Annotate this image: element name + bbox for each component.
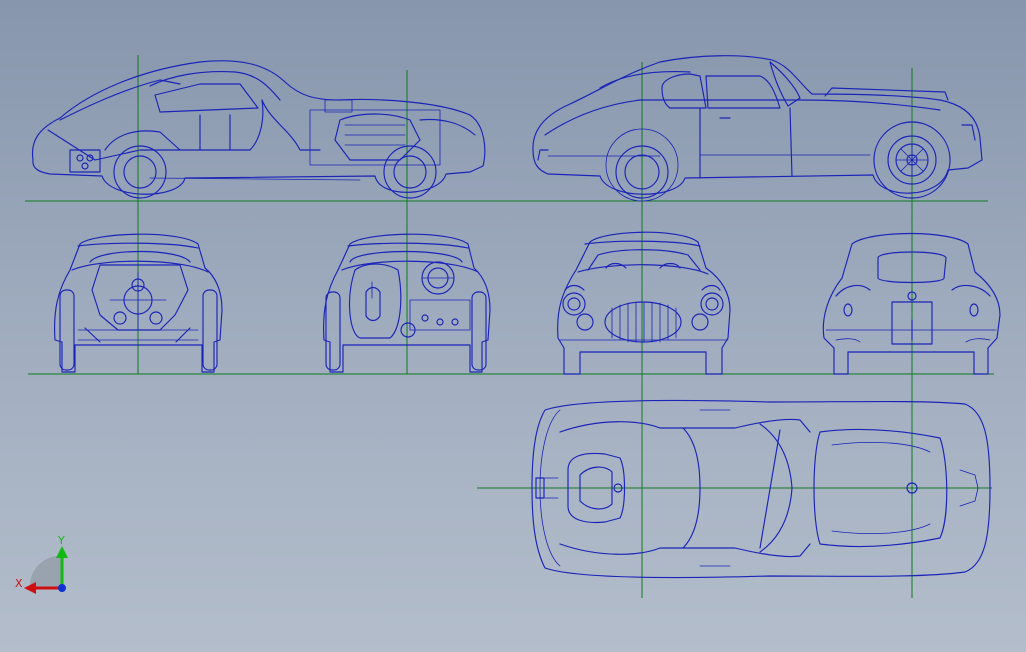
side-exterior-view [532,55,983,202]
z-axis-origin [58,584,66,592]
x-axis-label: X [15,577,23,590]
x-axis-arrowhead [24,582,36,594]
alignment-guides [25,55,994,598]
drawing-canvas[interactable]: Y X [0,0,1026,652]
top-view [531,399,991,579]
cad-viewport[interactable]: Y X [0,0,1026,652]
side-section-view [31,60,486,199]
y-axis-label: Y [57,534,65,547]
front-exterior-view [557,231,731,375]
coordinate-triad: Y X [15,534,68,594]
y-axis-arrowhead [56,546,68,558]
